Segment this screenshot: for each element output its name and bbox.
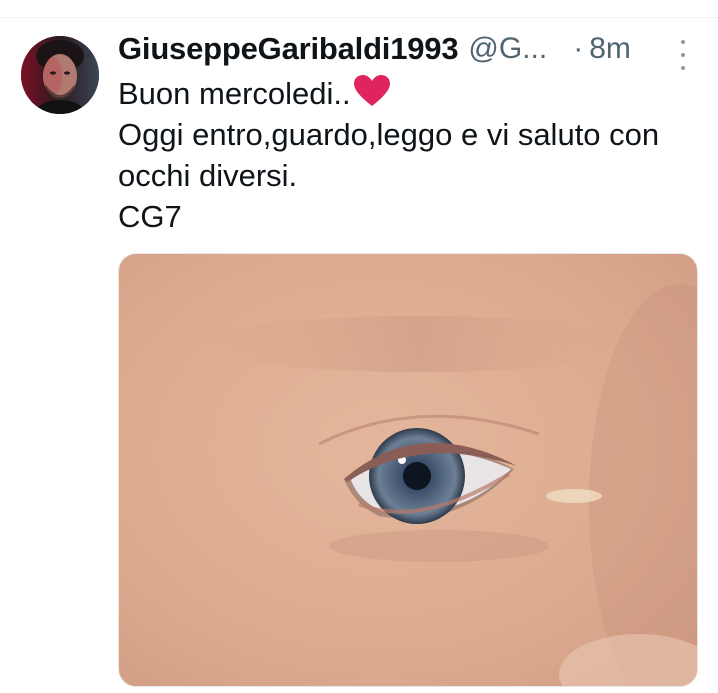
tweet-text-line-4: CG7 [118,199,182,234]
tweet-text-line: Buon mercoledi.. [118,73,708,114]
tweet-text-line-3: occhi diversi. [118,158,298,193]
avatar[interactable] [21,36,99,114]
more-dot [681,53,685,57]
heart-emoji-icon [353,75,390,106]
display-name[interactable]: GiuseppeGaribaldi1993 [118,31,459,67]
user-handle[interactable]: @G... [468,32,547,66]
more-vertical-icon[interactable] [676,40,690,70]
more-dot [681,66,685,70]
tweet-text-line-2: Oggi entro,guardo,leggo e vi saluto con [118,117,660,152]
tweet-media-image[interactable] [118,253,698,687]
tweet-header: GiuseppeGaribaldi1993 @G... · 8m [118,26,703,72]
top-divider [0,17,718,18]
tweet-text-line-1: Buon mercoledi.. [118,76,351,111]
separator-dot: · [573,32,584,65]
more-dot [681,40,685,44]
timestamp[interactable]: 8m [589,32,631,66]
tweet-text: Buon mercoledi.. Oggi entro,guardo,leggo… [118,73,708,237]
